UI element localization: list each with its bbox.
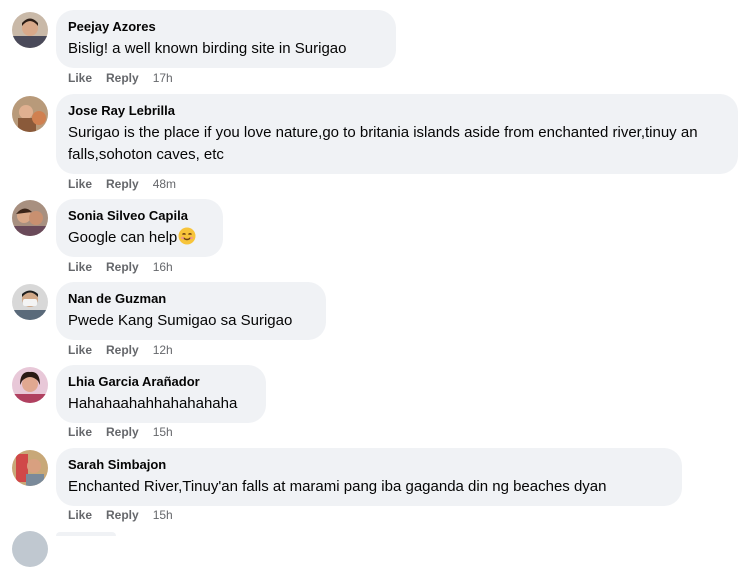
comment-actions: Like Reply 12h	[68, 342, 173, 358]
avatar[interactable]	[12, 12, 48, 48]
avatar-image	[12, 284, 48, 320]
comment-text: Bislig! a well known birding site in Sur…	[68, 40, 347, 57]
comment-author[interactable]: Jose Ray Lebrilla	[68, 102, 726, 119]
comment-text: Google can help	[68, 227, 211, 252]
avatar[interactable]	[12, 200, 48, 236]
like-button[interactable]: Like	[68, 71, 92, 85]
comment-bubble	[56, 532, 116, 536]
comment-actions: Like Reply 16h	[68, 259, 173, 275]
comment-text: Enchanted River,Tinuy'an falls at marami…	[68, 478, 607, 495]
comment-bubble: Peejay Azores Bislig! a well known birdi…	[56, 10, 396, 68]
comment-bubble: Nan de Guzman Pwede Kang Sumigao sa Suri…	[56, 282, 326, 340]
comment-text-content: Google can help	[68, 229, 178, 246]
reply-button[interactable]: Reply	[106, 508, 139, 522]
comment-timestamp[interactable]: 12h	[153, 343, 173, 357]
comment-bubble: Sarah Simbajon Enchanted River,Tinuy'an …	[56, 448, 682, 506]
like-button[interactable]: Like	[68, 343, 92, 357]
comment-timestamp[interactable]: 48m	[153, 177, 176, 191]
comment-bubble: Lhia Garcia Arañador Hahahaahahhahahahah…	[56, 365, 266, 423]
comment-text: Hahahaahahhahahahaha	[68, 395, 238, 412]
avatar[interactable]	[12, 450, 48, 486]
comment-bubble: Jose Ray Lebrilla Surigao is the place i…	[56, 94, 738, 174]
comment-timestamp[interactable]: 17h	[153, 71, 173, 85]
avatar[interactable]	[12, 531, 48, 567]
comment-author[interactable]: Sarah Simbajon	[68, 456, 670, 473]
avatar-image	[12, 200, 48, 236]
comment-actions: Like Reply 48m	[68, 176, 176, 192]
comment-author[interactable]: Peejay Azores	[68, 18, 384, 35]
like-button[interactable]: Like	[68, 508, 92, 522]
comment-author[interactable]: Nan de Guzman	[68, 290, 314, 307]
comment-author[interactable]: Lhia Garcia Arañador	[68, 373, 254, 390]
avatar[interactable]	[12, 96, 48, 132]
avatar-image	[12, 96, 48, 132]
like-button[interactable]: Like	[68, 425, 92, 439]
reply-button[interactable]: Reply	[106, 343, 139, 357]
comment-text: Pwede Kang Sumigao sa Surigao	[68, 312, 293, 329]
avatar-image	[12, 450, 48, 486]
reply-button[interactable]: Reply	[106, 425, 139, 439]
reply-button[interactable]: Reply	[106, 260, 139, 274]
reply-button[interactable]: Reply	[106, 177, 139, 191]
like-button[interactable]: Like	[68, 260, 92, 274]
avatar[interactable]	[12, 367, 48, 403]
comment-timestamp[interactable]: 16h	[153, 260, 173, 274]
comment-author[interactable]: Sonia Silveo Capila	[68, 207, 211, 224]
comment-timestamp[interactable]: 15h	[153, 508, 173, 522]
comment-bubble: Sonia Silveo Capila Google can help	[56, 199, 223, 257]
comment-text: Surigao is the place if you love nature,…	[68, 124, 698, 163]
comment-actions: Like Reply 15h	[68, 507, 173, 523]
smiling-face-emoji-icon	[178, 227, 196, 252]
comment-actions: Like Reply 17h	[68, 70, 173, 86]
comment-actions: Like Reply 15h	[68, 424, 173, 440]
reply-button[interactable]: Reply	[106, 71, 139, 85]
avatar-image	[12, 12, 48, 48]
avatar[interactable]	[12, 284, 48, 320]
like-button[interactable]: Like	[68, 177, 92, 191]
comment-timestamp[interactable]: 15h	[153, 425, 173, 439]
avatar-image	[12, 367, 48, 403]
